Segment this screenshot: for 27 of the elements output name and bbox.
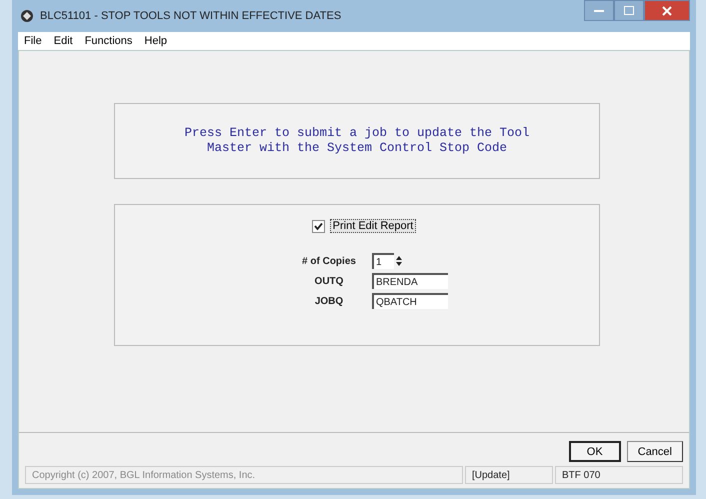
- field-label: OUTQ: [314, 276, 344, 286]
- menu-item[interactable]: Edit: [54, 35, 73, 47]
- checkbox[interactable]: [312, 220, 325, 232]
- instruction-text: Press Enter to submit a job to update the Tool Master with the System Control Stop Code: [184, 126, 530, 156]
- ok-button[interactable]: OK: [568, 441, 621, 462]
- status-text: Copyright (c) 2007, BGL Information Systems, Inc.: [25, 466, 463, 484]
- menu-item[interactable]: Functions: [84, 35, 132, 47]
- menu-item[interactable]: Help: [144, 35, 168, 47]
- close-icon: [662, 6, 672, 16]
- status-text: [Update]: [465, 466, 553, 484]
- cancel-button[interactable]: Cancel: [626, 441, 683, 462]
- field-label: # of Copies: [302, 256, 356, 266]
- checkbox-label[interactable]: Print Edit Report: [330, 219, 416, 233]
- spinner-arrows-icon[interactable]: [396, 255, 402, 267]
- app-icon: [20, 9, 34, 23]
- minimize-icon: [594, 8, 604, 12]
- field-label: JOBQ: [314, 296, 344, 306]
- copies-field[interactable]: 1: [372, 253, 394, 269]
- close-button[interactable]: [644, 0, 690, 21]
- window-title: BLC51101 - STOP TOOLS NOT WITHIN EFFECTIVE DATES: [40, 10, 342, 22]
- maximize-button[interactable]: [614, 0, 644, 21]
- text-field[interactable]: BRENDA: [372, 273, 448, 289]
- text-field[interactable]: QBATCH: [372, 293, 448, 309]
- maximize-icon: [624, 6, 634, 15]
- minimize-button[interactable]: [584, 0, 614, 21]
- status-text: BTF 070: [555, 466, 683, 484]
- menu-item[interactable]: File: [24, 35, 42, 47]
